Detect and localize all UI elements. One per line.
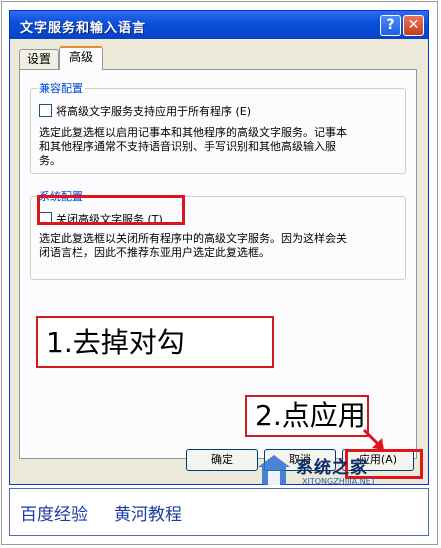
- footer-text-baidu: 百度经验: [20, 505, 88, 525]
- title-bar[interactable]: 文字服务和输入语言 ? ✕: [10, 11, 428, 39]
- step2-callout: 2.点应用: [245, 395, 369, 437]
- step2-text: 2.点应用: [255, 399, 366, 432]
- watermark-url: XITONGZHIJIA.NET: [302, 477, 376, 486]
- compat-checkbox[interactable]: [39, 104, 52, 117]
- step1-text: 1.去掉对勾: [46, 326, 185, 359]
- watermark-title: 系统之家: [296, 458, 368, 478]
- watermark: 系统之家 XITONGZHIJIA.NET: [256, 451, 416, 491]
- window-title: 文字服务和输入语言: [20, 21, 147, 36]
- watermark-logo-icon: [258, 455, 290, 485]
- footer-text: 百度经验 黄河教程: [20, 500, 208, 525]
- footer-banner: 百度经验 黄河教程: [9, 488, 429, 536]
- tab-settings[interactable]: 设置: [19, 49, 59, 69]
- compat-description: 选定此复选框以启用记事本和其他程序的高级文字服务。记事本 和其他程序通常不支持语…: [39, 126, 347, 167]
- footer-text-huanghe: 黄河教程: [114, 505, 182, 525]
- tab-advanced[interactable]: 高级: [59, 46, 103, 70]
- help-button[interactable]: ?: [380, 15, 401, 36]
- compat-checkbox-label: 将高级文字服务支持应用于所有程序 (E): [56, 105, 252, 118]
- compat-checkbox-row[interactable]: 将高级文字服务支持应用于所有程序 (E): [39, 103, 251, 119]
- ok-button[interactable]: 确定: [186, 449, 258, 471]
- step1-callout: 1.去掉对勾: [36, 316, 274, 368]
- help-icon: ?: [386, 17, 395, 33]
- system-description: 选定此复选框以关闭所有程序中的高级文字服务。因为这样会关 闭语言栏，因此不推荐东…: [39, 232, 347, 259]
- close-button[interactable]: ✕: [403, 15, 424, 36]
- compat-group-label: 兼容配置: [37, 80, 85, 96]
- highlight-checkbox-box: [37, 195, 185, 225]
- close-icon: ✕: [407, 17, 420, 33]
- compat-config-group: 兼容配置 将高级文字服务支持应用于所有程序 (E) 选定此复选框以启用记事本和其…: [30, 80, 406, 174]
